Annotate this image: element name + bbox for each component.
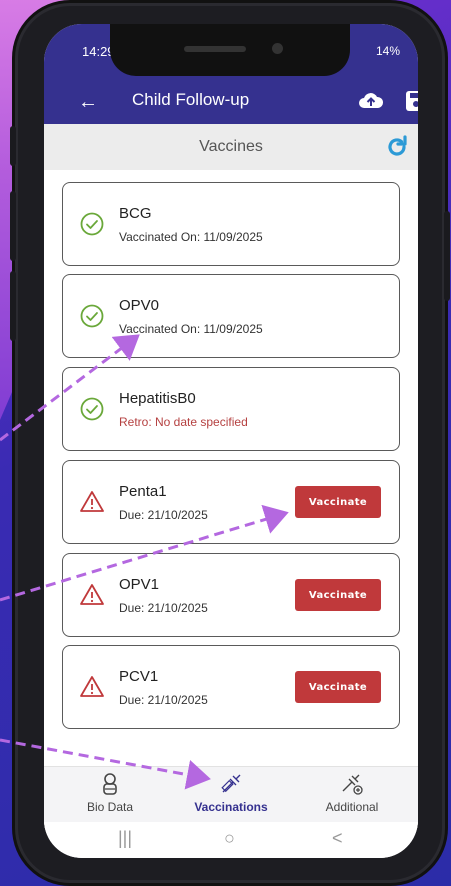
vaccine-name: OPV1 [119,576,160,593]
nav-vaccinations[interactable]: Vaccinations [171,771,291,814]
check-circle-icon [80,397,104,421]
refresh-icon[interactable] [384,134,410,160]
back-icon[interactable]: < [332,828,343,849]
check-circle-icon [80,212,104,236]
warning-icon [80,491,104,512]
vaccine-detail: Due: 21/10/2025 [119,601,208,615]
vaccine-name: PCV1 [119,668,159,685]
vaccine-name: Penta1 [119,483,167,500]
vaccine-card[interactable]: OPV0 Vaccinated On: 11/09/2025 [62,274,400,358]
vaccine-card[interactable]: PCV1 Due: 21/10/2025 Vaccinate [62,645,400,729]
vaccine-name: OPV0 [119,297,160,314]
nav-label: Additional [325,800,379,814]
phone-side-button [10,126,16,166]
vaccine-card[interactable]: OPV1 Due: 21/10/2025 Vaccinate [62,553,400,637]
vaccine-detail: Due: 21/10/2025 [119,693,208,707]
cloud-upload-icon[interactable] [358,90,384,112]
section-title: Vaccines [199,138,263,155]
vaccine-detail: Due: 21/10/2025 [119,508,208,522]
appbar-title: Child Follow-up [132,90,250,109]
vaccine-detail: Vaccinated On: 11/09/2025 [119,322,263,336]
vaccine-card[interactable]: BCG Vaccinated On: 11/09/2025 [62,182,400,266]
vaccinate-button[interactable]: Vaccinate [295,486,381,518]
warning-icon [80,676,104,697]
nav-bio-data[interactable]: Bio Data [50,771,170,814]
back-arrow-icon[interactable]: ← [78,92,98,112]
app-screen: 14:29 14% ← Child Follow-up Vaccines BCG… [44,24,418,858]
status-battery: 14% [375,44,400,58]
nav-label: Vaccinations [194,800,268,814]
warning-icon [80,584,104,605]
app-bar: 14:29 14% ← Child Follow-up [44,24,418,128]
vaccinate-button[interactable]: Vaccinate [295,579,381,611]
vaccine-detail: Retro: No date specified [119,415,248,429]
syringe-plus-icon [342,774,363,795]
system-nav-bar: ||| ○ < [44,822,418,858]
check-circle-icon [80,304,104,328]
vaccinate-button[interactable]: Vaccinate [295,671,381,703]
vaccine-name: BCG [119,205,152,222]
vaccine-name: HepatitisB0 [119,390,196,407]
vaccine-card[interactable]: HepatitisB0 Retro: No date specified [62,367,400,451]
vaccines-header: Vaccines [44,124,418,170]
syringe-icon [221,774,241,793]
phone-side-button [10,271,16,341]
recent-apps-icon[interactable]: ||| [118,828,132,849]
camera-notch [110,24,350,76]
vaccine-detail: Vaccinated On: 11/09/2025 [119,230,263,244]
save-icon[interactable] [405,90,418,112]
vaccine-card[interactable]: Penta1 Due: 21/10/2025 Vaccinate [62,460,400,544]
nav-label: Bio Data [86,800,134,814]
phone-side-button [444,211,450,301]
home-icon[interactable]: ○ [224,828,235,849]
nav-additional[interactable]: Additional [292,771,412,814]
phone-side-button [10,191,16,261]
baby-icon [103,773,117,795]
bottom-nav: Bio Data Vaccinations Additional [44,766,418,828]
